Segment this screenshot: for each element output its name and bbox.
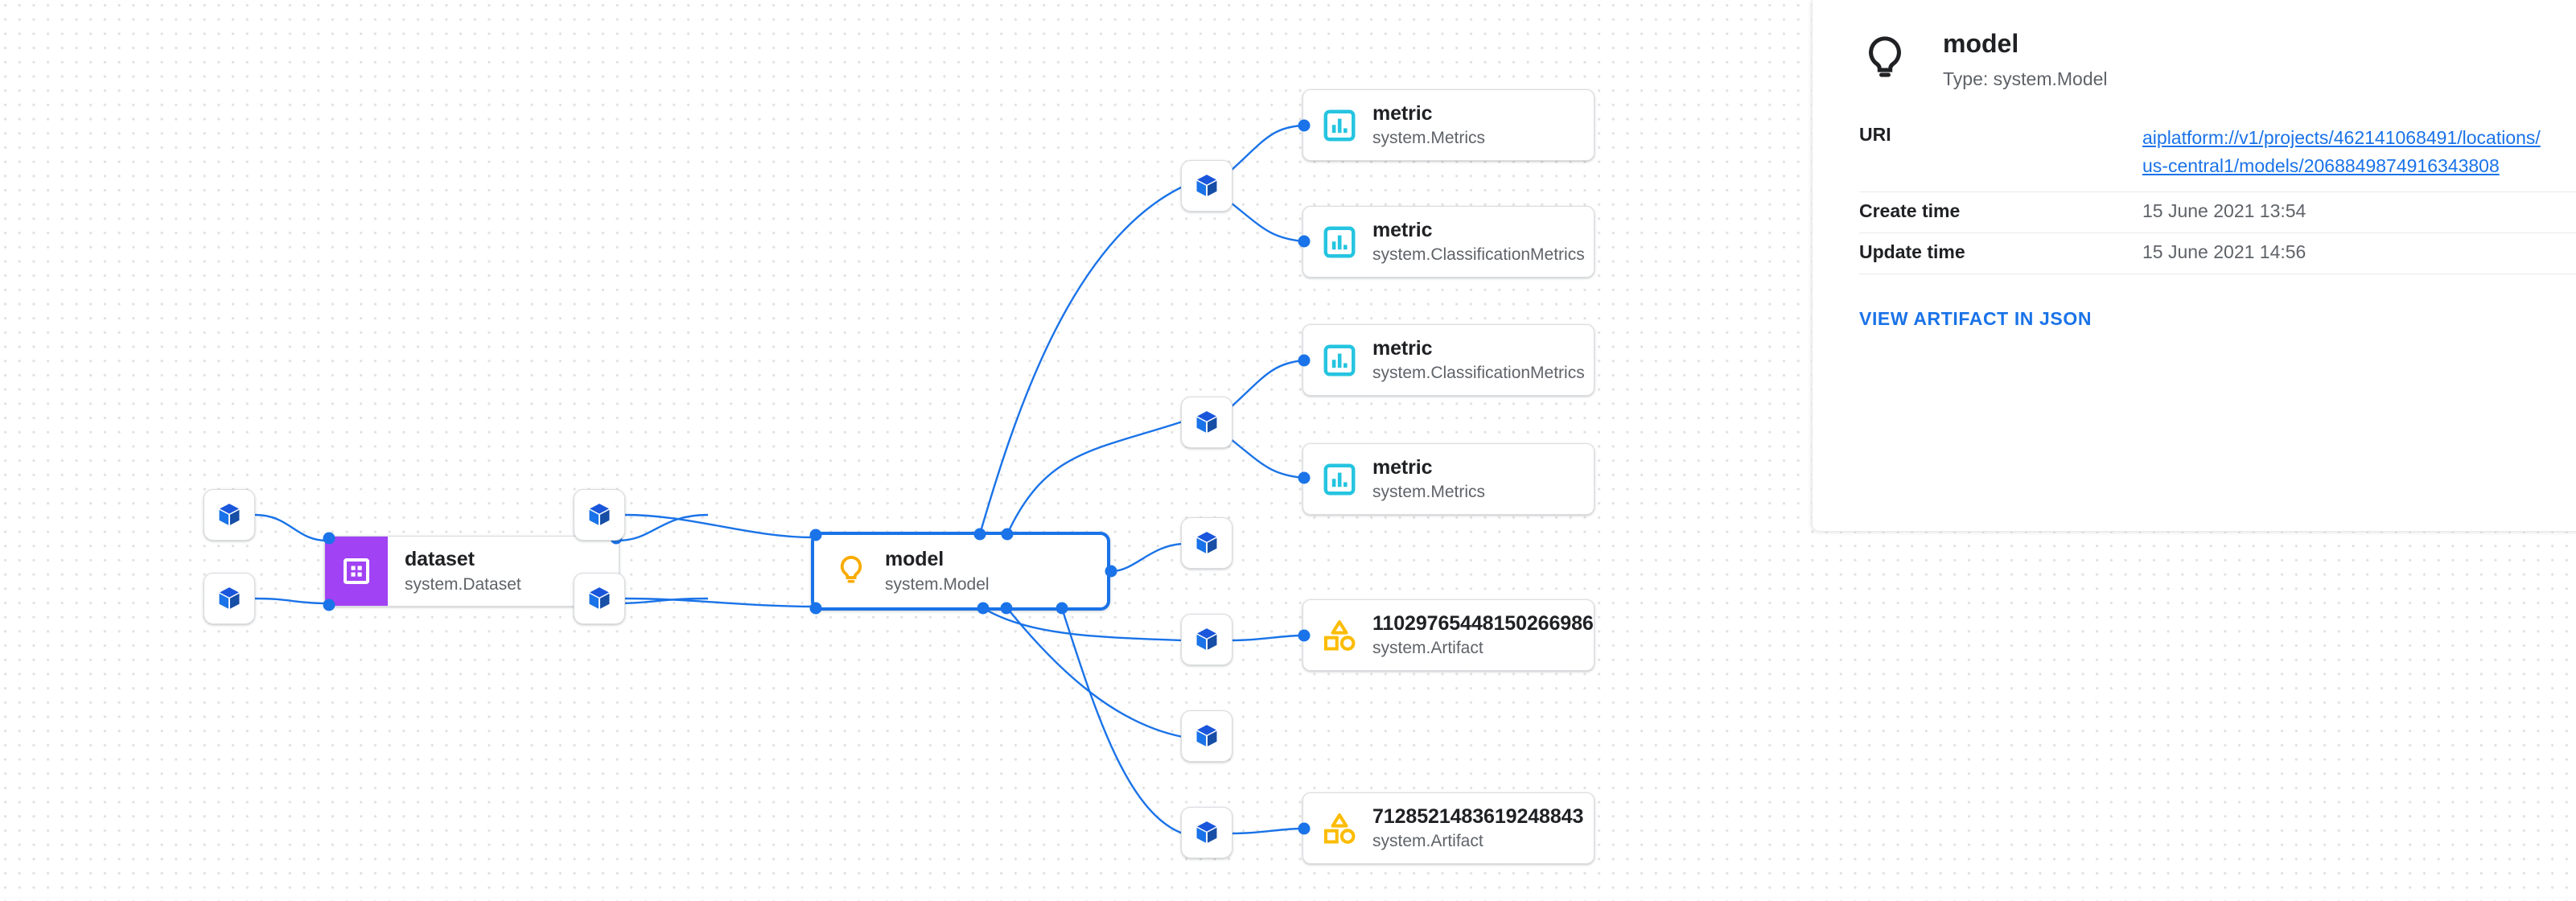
bar-chart-icon — [1321, 342, 1358, 379]
execution-node[interactable] — [574, 489, 625, 541]
cube-icon — [586, 501, 613, 529]
metric-node[interactable]: metric system.ClassificationMetrics — [1302, 324, 1595, 396]
cube-icon — [1193, 529, 1220, 557]
artifact-details-panel: model Type: system.Model URI aiplatform:… — [1812, 0, 2576, 532]
execution-node[interactable] — [204, 573, 255, 624]
connection-dot[interactable] — [1298, 119, 1311, 132]
node-subtitle: system.Artifact — [1372, 639, 1483, 658]
execution-node[interactable] — [1181, 160, 1232, 212]
table-row: URI aiplatform://v1/projects/46214106849… — [1859, 116, 2576, 192]
properties-table: URI aiplatform://v1/projects/46214106849… — [1859, 116, 2576, 274]
node-subtitle: system.Dataset — [405, 574, 521, 594]
connection-dot[interactable] — [977, 602, 990, 615]
connection-dot[interactable] — [1298, 235, 1311, 248]
property-value: 15 June 2021 14:56 — [2142, 241, 2306, 263]
property-key: URI — [1859, 123, 1891, 145]
cube-icon — [216, 585, 243, 612]
cube-icon — [1193, 626, 1220, 653]
lightbulb-icon — [833, 553, 869, 589]
table-row: Update time 15 June 2021 14:56 — [1859, 233, 2576, 274]
connection-dot[interactable] — [809, 602, 822, 615]
node-title: metric — [1372, 336, 1433, 360]
execution-node[interactable] — [1181, 517, 1232, 569]
cube-icon — [586, 585, 613, 612]
node-title: 11029765448150266986 — [1372, 611, 1594, 635]
connection-dot[interactable] — [1001, 528, 1014, 541]
artifact-node[interactable]: 11029765448150266986 system.Artifact — [1302, 599, 1595, 671]
connection-dot[interactable] — [323, 599, 335, 611]
shapes-icon — [1321, 810, 1358, 847]
connection-dot[interactable] — [1298, 822, 1311, 835]
execution-node[interactable] — [1181, 807, 1232, 858]
execution-node[interactable] — [574, 573, 625, 624]
execution-node[interactable] — [1181, 710, 1232, 762]
connection-dot[interactable] — [1056, 602, 1068, 615]
connection-dot[interactable] — [973, 528, 986, 541]
metric-node[interactable]: metric system.Metrics — [1302, 89, 1595, 161]
cube-icon — [1193, 819, 1220, 846]
node-subtitle: system.ClassificationMetrics — [1372, 364, 1585, 383]
connection-dot[interactable] — [323, 532, 335, 545]
execution-node[interactable] — [1181, 397, 1232, 448]
metric-node[interactable]: metric system.ClassificationMetrics — [1302, 206, 1595, 278]
property-key: Create time — [1859, 200, 1961, 222]
lightbulb-icon — [1859, 34, 1911, 85]
execution-node[interactable] — [204, 489, 255, 541]
panel-type-label: Type: system.Model — [1943, 68, 2108, 89]
node-title: metric — [1372, 101, 1433, 125]
panel-header: model Type: system.Model — [1859, 0, 2576, 90]
dataset-grid-icon — [325, 537, 388, 606]
cube-icon — [1193, 722, 1220, 750]
panel-title: model — [1943, 29, 2019, 58]
connection-dot[interactable] — [1298, 354, 1311, 367]
bar-chart-icon — [1321, 461, 1358, 498]
node-subtitle: system.ClassificationMetrics — [1372, 245, 1585, 265]
cube-icon — [1193, 409, 1220, 436]
uri-link[interactable]: aiplatform://v1/projects/462141068491/lo… — [2142, 124, 2545, 181]
table-row: Create time 15 June 2021 13:54 — [1859, 192, 2576, 233]
metric-node[interactable]: metric system.Metrics — [1302, 443, 1595, 515]
bar-chart-icon — [1321, 107, 1358, 144]
property-value: 15 June 2021 13:54 — [2142, 200, 2306, 222]
node-subtitle: system.Metrics — [1372, 483, 1486, 502]
cube-icon — [1193, 172, 1220, 200]
connection-dot[interactable] — [1298, 471, 1311, 484]
model-node[interactable]: model system.Model — [811, 532, 1110, 611]
node-subtitle: system.Metrics — [1372, 129, 1486, 148]
connection-dot[interactable] — [1105, 565, 1117, 578]
node-title: dataset — [405, 548, 475, 571]
execution-node[interactable] — [1181, 614, 1232, 665]
connection-dot[interactable] — [809, 529, 822, 541]
node-title: model — [885, 548, 944, 571]
view-artifact-json-button[interactable]: VIEW ARTIFACT IN JSON — [1859, 308, 2092, 330]
artifact-node[interactable]: 7128521483619248843 system.Artifact — [1302, 792, 1595, 864]
node-subtitle: system.Artifact — [1372, 832, 1483, 851]
node-title: metric — [1372, 218, 1433, 241]
property-key: Update time — [1859, 241, 1965, 263]
lineage-graph-screen: dataset system.Dataset model system.Mode… — [0, 0, 2576, 901]
bar-chart-icon — [1321, 224, 1358, 261]
node-subtitle: system.Model — [885, 574, 990, 594]
connection-dot[interactable] — [1000, 602, 1013, 615]
connection-dot[interactable] — [1298, 629, 1311, 642]
shapes-icon — [1321, 617, 1358, 654]
node-title: metric — [1372, 455, 1433, 479]
node-title: 7128521483619248843 — [1372, 804, 1584, 828]
cube-icon — [216, 501, 243, 529]
